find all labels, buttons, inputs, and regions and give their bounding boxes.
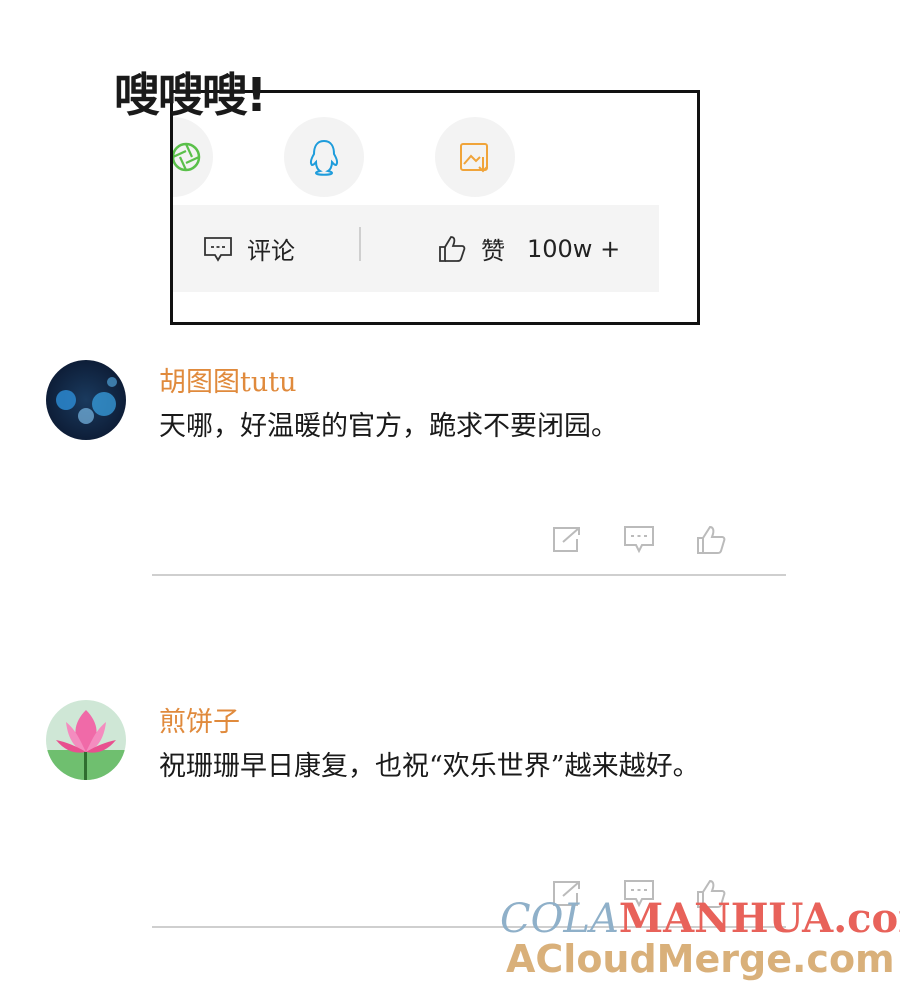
watermark: COLAMANHUA.com ACloudMerge.com xyxy=(500,898,900,980)
reply-icon[interactable] xyxy=(623,524,655,554)
save-image-button[interactable] xyxy=(435,117,515,197)
sound-effect-text: 嗖嗖嗖! xyxy=(114,68,267,122)
thumbs-up-icon[interactable] xyxy=(695,524,727,556)
comment-actions xyxy=(551,524,727,556)
like-button[interactable]: 赞 100w + xyxy=(437,231,620,266)
share-qq-button[interactable] xyxy=(284,117,364,197)
comment-text: 天哪，好温暖的官方，跪求不要闭园。 xyxy=(159,411,618,442)
username[interactable]: 胡图图tutu xyxy=(159,360,296,399)
comment-button[interactable]: 评论 xyxy=(203,231,295,266)
username[interactable]: 煎饼子 xyxy=(159,700,240,739)
watermark-line-2: ACloudMerge.com xyxy=(506,937,895,981)
avatar[interactable] xyxy=(46,360,126,440)
watermark-part-2: MANHUA.com xyxy=(618,895,900,942)
comment-label: 评论 xyxy=(247,237,295,265)
like-count: 100w + xyxy=(527,234,621,263)
avatar-image xyxy=(46,360,126,440)
comment-text: 祝珊珊早日康复，也祝“欢乐世界”越来越好。 xyxy=(159,751,700,782)
action-bar: 评论 赞 100w + xyxy=(173,205,659,292)
share-panel: 评论 赞 100w + xyxy=(170,90,700,325)
watermark-part-1: COLA xyxy=(500,896,619,942)
qq-icon xyxy=(309,139,339,176)
comment-icon xyxy=(204,236,232,262)
like-label: 赞 xyxy=(481,237,505,265)
save-image-icon xyxy=(460,143,488,173)
action-divider xyxy=(359,227,361,261)
watermark-line-1: COLAMANHUA.com xyxy=(500,895,900,942)
wechat-moments-icon xyxy=(173,142,201,172)
avatar[interactable] xyxy=(46,700,126,780)
comment-divider xyxy=(152,574,786,576)
share-icon[interactable] xyxy=(551,524,583,554)
thumbs-up-icon xyxy=(439,235,466,262)
avatar-image xyxy=(46,700,126,780)
share-moments-button[interactable] xyxy=(173,117,213,197)
